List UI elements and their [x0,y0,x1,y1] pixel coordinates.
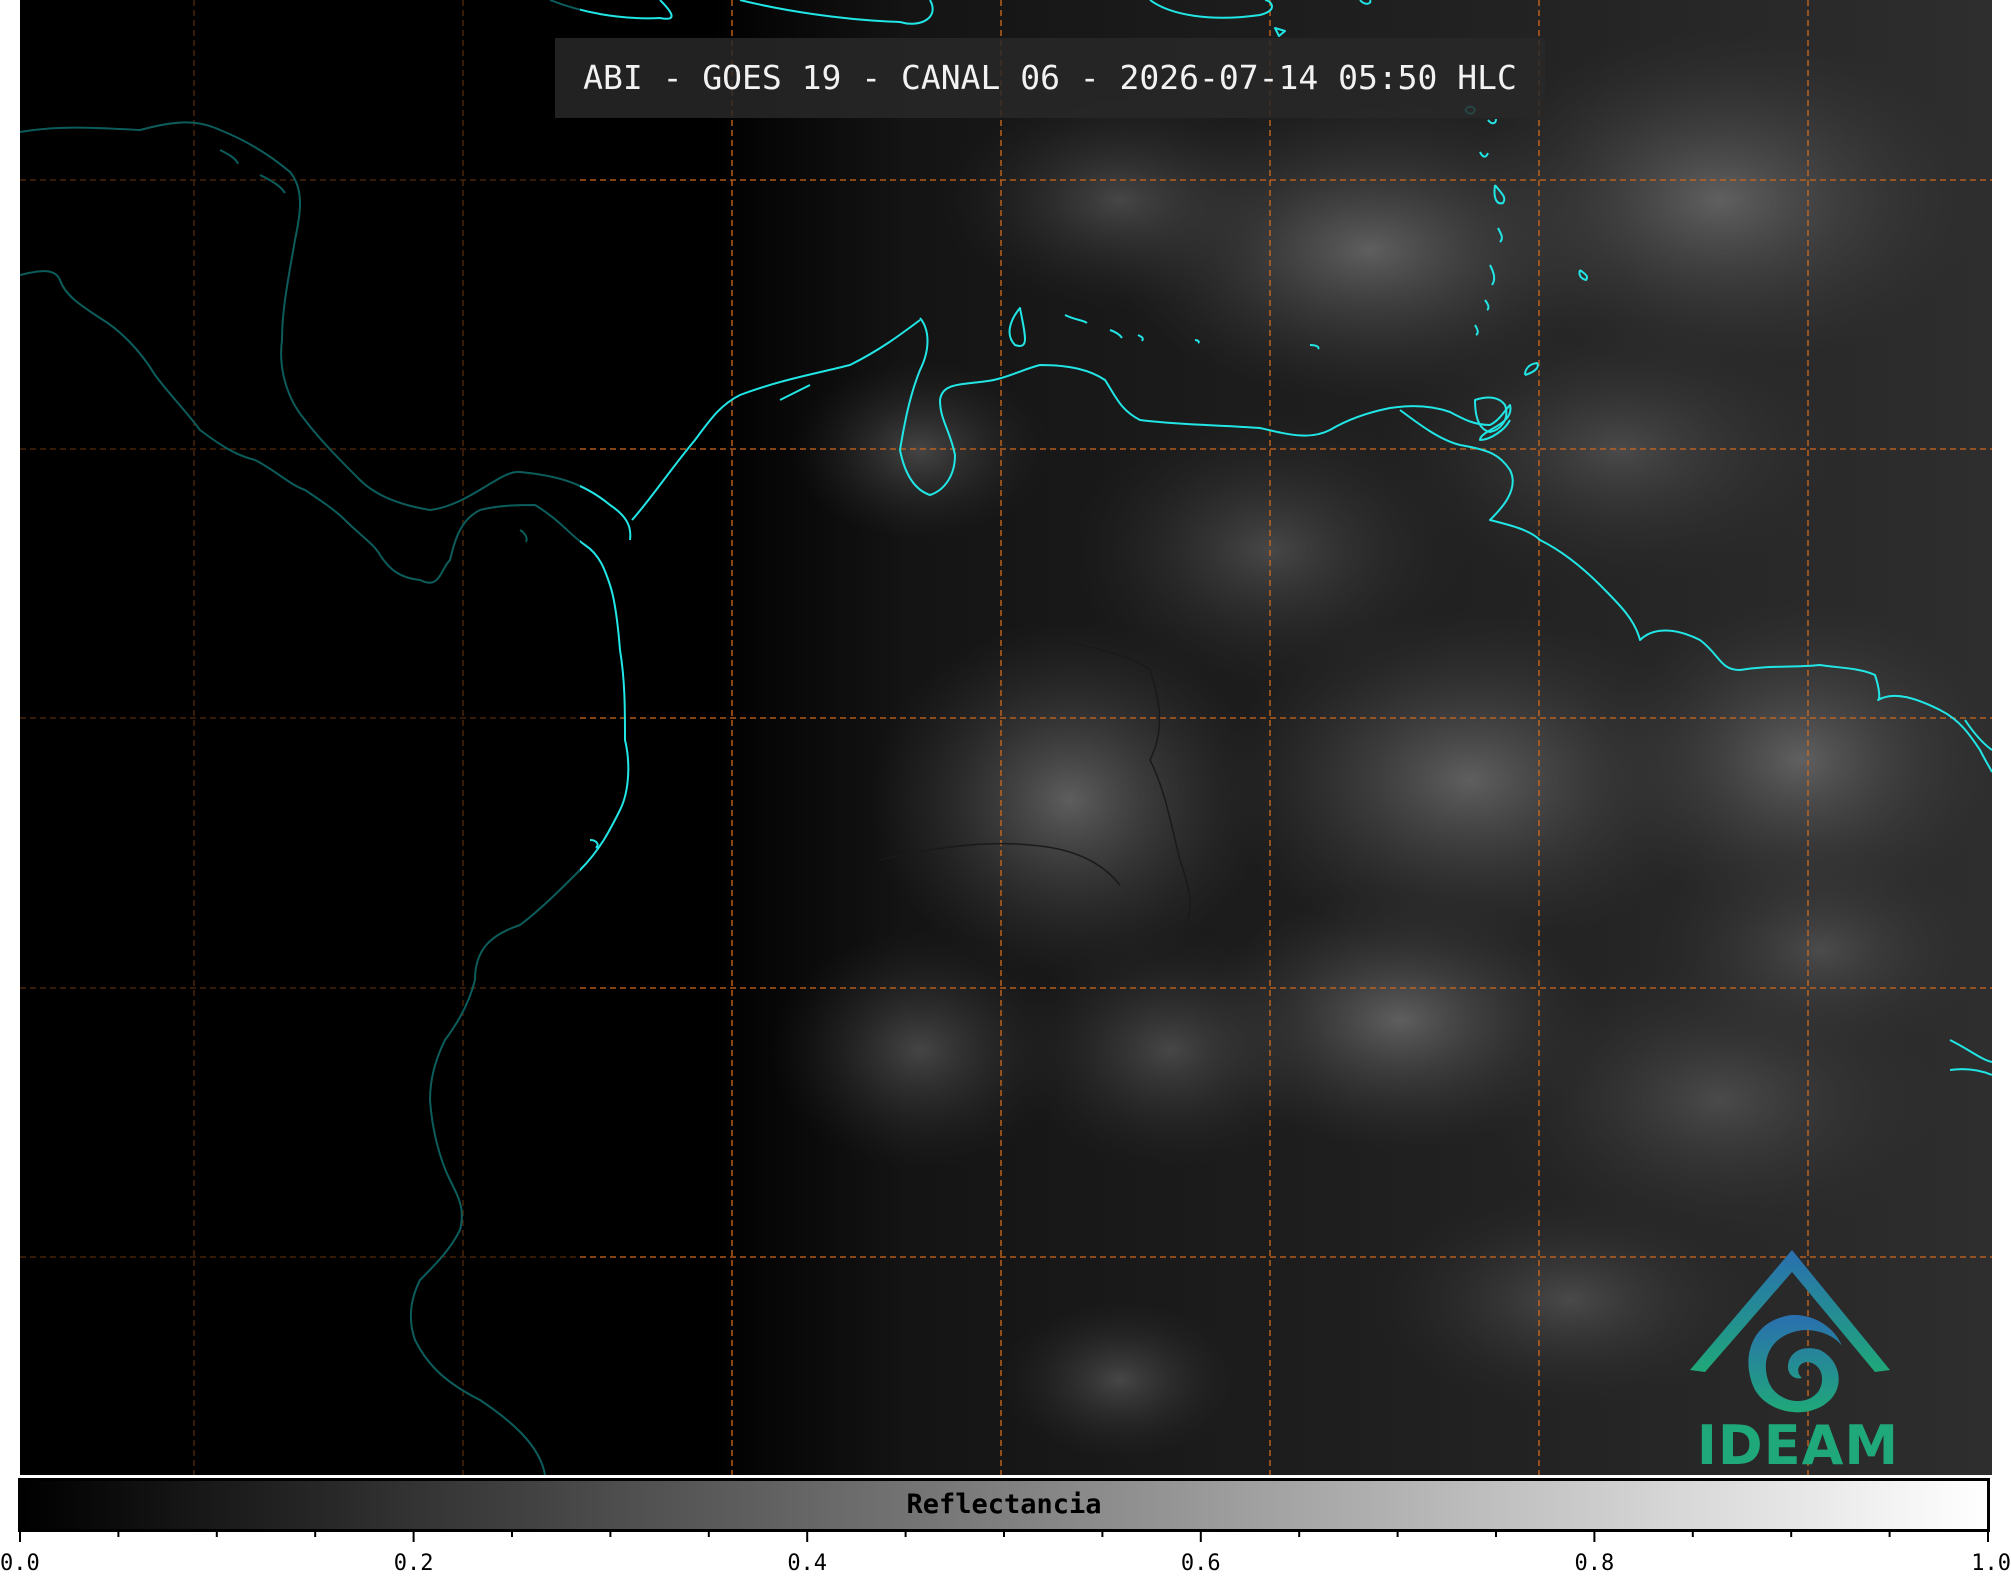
colorbar-tick-label: 0.6 [1181,1551,1221,1576]
colorbar-tick-label: 1.0 [1971,1551,2011,1576]
colorbar-tick-label: 0.4 [787,1551,827,1576]
satellite-map-panel: ABI - GOES 19 - CANAL 06 - 2026-07-14 05… [20,0,1992,1475]
colorbar-tick-label: 0.2 [394,1551,434,1576]
night-shadow [20,0,580,1475]
colorbar-tick-label: 0.8 [1575,1551,1615,1576]
ideam-logo-text: IDEAM [1696,1414,1900,1475]
colorbar-axis: 0.0 0.2 0.4 0.6 0.8 1.0 [0,1530,2011,1576]
colorbar-label: Reflectancia [906,1489,1102,1520]
map-title: ABI - GOES 19 - CANAL 06 - 2026-07-14 05… [555,38,1545,118]
colorbar: Reflectancia [18,1478,1990,1532]
colorbar-tick-label: 0.0 [0,1551,40,1576]
